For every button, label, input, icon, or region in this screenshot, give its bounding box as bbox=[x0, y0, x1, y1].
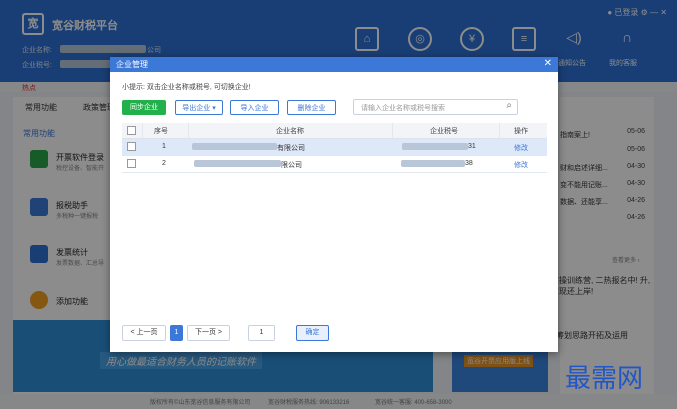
column-divider bbox=[188, 123, 189, 138]
row-tax-no: 31 bbox=[468, 143, 476, 150]
col-tax-no: 企业税号 bbox=[430, 128, 458, 135]
column-divider bbox=[392, 123, 393, 138]
column-divider bbox=[142, 123, 143, 138]
col-company-name: 企业名称 bbox=[276, 128, 304, 135]
export-company-label: 导出企业 bbox=[182, 105, 211, 112]
dialog-header: 企业管理 ✕ bbox=[110, 57, 558, 72]
dialog-tip: 小提示: 双击企业名称或税号, 可切换企业! bbox=[122, 84, 251, 91]
watermark: 最需网 bbox=[565, 364, 644, 394]
edit-link[interactable]: 修改 bbox=[514, 160, 528, 170]
import-company-button[interactable]: 导入企业 bbox=[230, 100, 279, 115]
row-company-name: 限公司 bbox=[281, 162, 302, 169]
tax-no-redacted bbox=[402, 143, 468, 150]
page-number-input[interactable]: 1 bbox=[248, 325, 275, 341]
col-index: 序号 bbox=[154, 128, 168, 135]
goto-label: 第 bbox=[235, 330, 242, 337]
dialog-close-icon[interactable]: ✕ bbox=[544, 58, 552, 69]
sync-company-button[interactable]: 同步企业 bbox=[122, 100, 166, 115]
row-checkbox[interactable] bbox=[127, 159, 136, 168]
company-management-dialog: 企业管理 ✕ 小提示: 双击企业名称或税号, 可切换企业! 同步企业 导出企业 … bbox=[110, 57, 558, 352]
search-placeholder: 请输入企业名称或税号搜索 bbox=[361, 105, 445, 112]
export-company-button[interactable]: 导出企业 ▾ bbox=[175, 100, 223, 115]
select-all-checkbox[interactable] bbox=[127, 126, 136, 135]
confirm-page-button[interactable]: 确定 bbox=[296, 325, 329, 341]
row-index: 2 bbox=[162, 160, 166, 167]
page-1-button[interactable]: 1 bbox=[170, 325, 183, 341]
row-checkbox[interactable] bbox=[127, 142, 136, 151]
col-action: 操作 bbox=[514, 128, 528, 135]
table-row[interactable]: 1 有限公司 31 修改 bbox=[122, 139, 547, 156]
prev-page-button[interactable]: < 上一页 bbox=[122, 325, 166, 341]
search-icon[interactable]: ⌕ bbox=[506, 100, 512, 111]
row-index: 1 bbox=[162, 143, 166, 150]
company-name-redacted bbox=[194, 160, 281, 167]
next-page-button[interactable]: 下一页 > bbox=[187, 325, 230, 341]
table-row[interactable]: 2 限公司 38 修改 bbox=[122, 156, 547, 173]
delete-company-button[interactable]: 删除企业 bbox=[287, 100, 336, 115]
row-company-name: 有限公司 bbox=[277, 145, 305, 152]
row-tax-no: 38 bbox=[465, 160, 473, 167]
chevron-down-icon: ▾ bbox=[210, 105, 216, 112]
page-unit-label: 页 bbox=[280, 330, 287, 337]
search-input[interactable]: 请输入企业名称或税号搜索 ⌕ bbox=[353, 99, 518, 115]
table-header: 序号 企业名称 企业税号 操作 bbox=[122, 123, 547, 139]
dialog-title: 企业管理 bbox=[116, 60, 148, 69]
tax-no-redacted bbox=[401, 160, 465, 167]
company-name-redacted bbox=[192, 143, 277, 150]
column-divider bbox=[499, 123, 500, 138]
edit-link[interactable]: 修改 bbox=[514, 143, 528, 153]
